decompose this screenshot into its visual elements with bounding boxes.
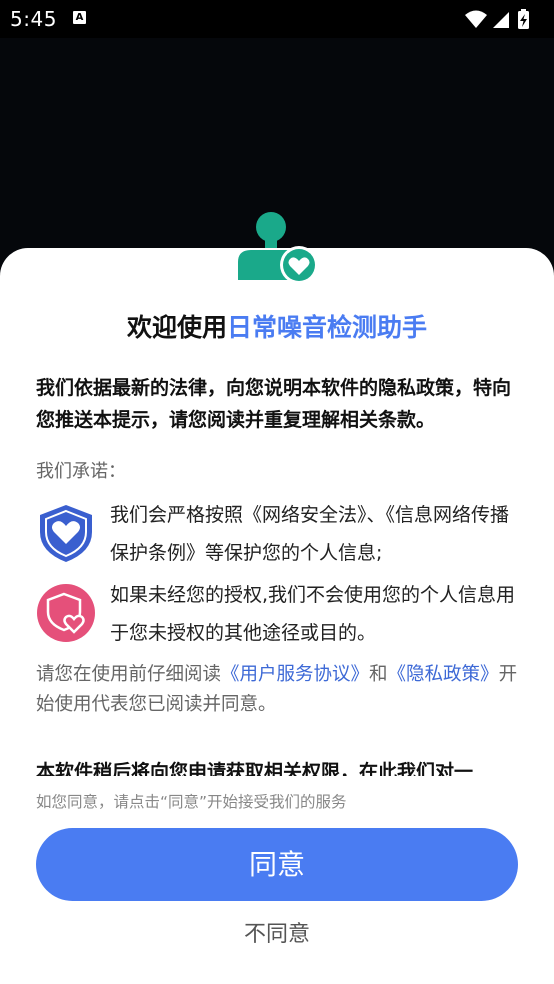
battery-charging-icon	[518, 9, 529, 29]
agree-hint: 如您同意，请点击“同意”开始接受我们的服务	[36, 793, 347, 811]
read-notice: 请您在使用前仔细阅读《用户服务协议》和《隐私政策》开始使用代表您已阅读并同意。	[36, 660, 520, 720]
user-agreement-link[interactable]: 《用户服务协议》	[221, 664, 369, 685]
read-notice-before: 请您在使用前仔细阅读	[36, 664, 222, 685]
disagree-button[interactable]: 不同意	[0, 916, 554, 948]
signal-icon	[493, 12, 509, 28]
policy-scroll-area[interactable]: 我们依据最新的法律，向您说明本软件的隐私政策，特向您推送本提示，请您阅读并重复理…	[36, 372, 520, 776]
notification-a-icon: A	[73, 11, 86, 24]
wifi-icon	[465, 10, 487, 28]
dialog-title: 欢迎使用日常噪音检测助手	[0, 308, 554, 344]
status-time: 5:45	[10, 7, 57, 31]
promise-text: 如果未经您的授权,我们不会使用您的个人信息用于您未授权的其他途径或目的。	[110, 584, 516, 644]
intro-text: 我们依据最新的法律，向您说明本软件的隐私政策，特向您推送本提示，请您阅读并重复理…	[36, 377, 512, 431]
status-icons	[464, 8, 534, 30]
promise-label: 我们承诺：	[36, 461, 126, 482]
promise-text: 我们会严格按照《网络安全法》、《信息网络传播保护条例》等保护您的个人信息;	[110, 504, 510, 564]
app-name: 日常噪音检测助手	[227, 313, 428, 342]
title-prefix: 欢迎使用	[126, 313, 227, 342]
user-heart-icon	[238, 212, 318, 284]
privacy-policy-link[interactable]: 《隐私政策》	[388, 664, 499, 685]
agree-button[interactable]: 同意	[36, 828, 518, 901]
shield-heart-circle-icon	[37, 584, 95, 642]
status-bar: 5:45 A	[0, 0, 554, 38]
permission-text: 本软件稍后将向您申请获取相关权限，在此我们对一	[36, 761, 474, 776]
read-notice-and: 和	[369, 664, 388, 685]
shield-heart-icon	[40, 505, 92, 562]
